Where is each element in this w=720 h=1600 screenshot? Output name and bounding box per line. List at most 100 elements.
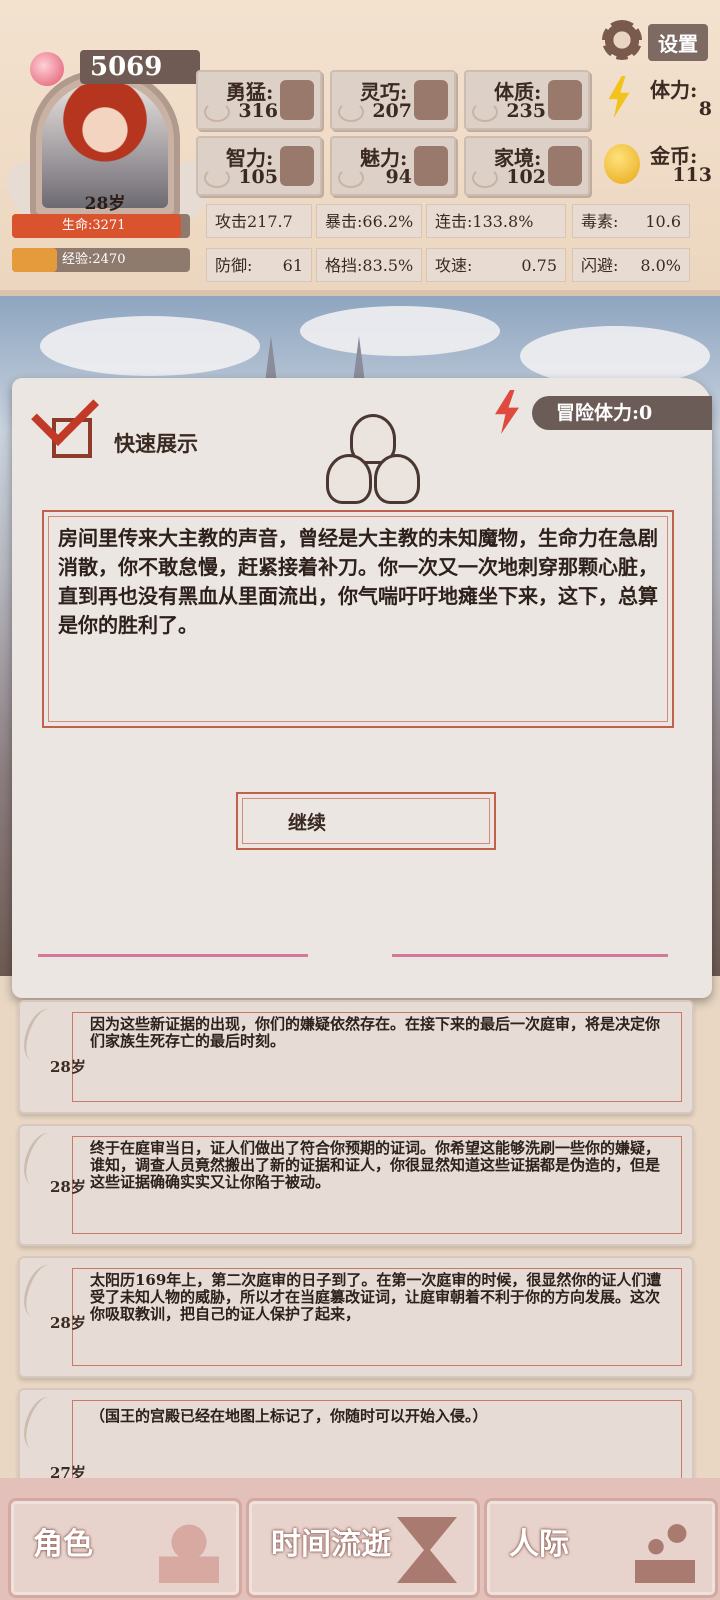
ornament-line	[38, 954, 308, 957]
nav-label[interactable]: 人际	[509, 1519, 569, 1563]
nav-time-pass-button[interactable]: 时间流逝	[246, 1498, 480, 1598]
log-entry-text: （国王的宫殿已经在地图上标记了，你随时可以开始入侵。）	[90, 1407, 488, 1425]
hourglass-icon	[397, 1517, 457, 1583]
combat-dodge: 闪避: 8.0%	[572, 248, 690, 282]
combat-crit: 暴击:66.2%	[316, 204, 422, 238]
chess-pawns-icon	[635, 1517, 695, 1583]
fist-icon	[280, 80, 314, 120]
brain-icon	[280, 146, 314, 186]
stat-value: 102	[506, 166, 546, 188]
quick-show-label[interactable]: 快速展示	[114, 428, 198, 458]
lightning-icon	[495, 390, 519, 434]
settings-button[interactable]: 设置	[602, 16, 712, 64]
combat-label: 攻击217.7	[215, 212, 293, 231]
resource-gold[interactable]: 金币: 113	[602, 136, 720, 192]
combat-label: 格挡:83.5%	[325, 256, 414, 275]
skull-icon	[326, 454, 372, 504]
continue-button[interactable]: 继续	[236, 792, 496, 850]
hp-bar: 生命:3271	[12, 214, 190, 238]
avatar-frame[interactable]: 28岁	[30, 70, 180, 220]
combat-value: 61	[282, 256, 303, 275]
stat-value: 235	[506, 100, 546, 122]
event-dialog: 冒险体力:0 快速展示 房间里传来大主教的声音，曾经是大主教的未知魔物，生命力在…	[12, 378, 712, 998]
stat-value: 207	[372, 100, 412, 122]
log-entry: 太阳历169年上，第二次庭审的日子到了。在第一次庭审的时候，很显然你的证人们遭受…	[17, 1256, 694, 1378]
soul-points-value: 5069	[80, 50, 200, 84]
resource-value: 8	[698, 98, 712, 120]
swirl-ornament	[338, 102, 364, 122]
stat-value: 105	[238, 166, 278, 188]
xp-bar: 经验:2470	[12, 248, 190, 272]
swirl-ornament	[472, 102, 498, 122]
resource-value: 113	[672, 164, 712, 186]
bottom-nav: 角色 时间流逝 人际	[0, 1478, 720, 1600]
combat-label: 闪避:	[581, 256, 619, 275]
nav-label[interactable]: 时间流逝	[271, 1519, 391, 1563]
cloud	[520, 326, 710, 386]
story-text: 房间里传来大主教的声音，曾经是大主教的未知魔物，生命力在急剧消散，你不敢怠慢，赶…	[58, 526, 658, 637]
cloud	[40, 316, 260, 376]
family-icon	[548, 146, 582, 186]
gear-icon[interactable]	[602, 20, 642, 60]
stat-value: 94	[385, 166, 412, 188]
story-box: 房间里传来大主教的声音，曾经是大主教的未知魔物，生命力在急剧消散，你不敢怠慢，赶…	[42, 510, 674, 728]
nav-label[interactable]: 角色	[33, 1519, 93, 1563]
skulls-crest-icon	[318, 414, 422, 504]
combat-value: 8.0%	[640, 256, 681, 275]
combat-label: 毒素:	[581, 212, 619, 231]
status-header: 28岁 5069 生命:3271 经验:2470 设置 勇猛: 316 灵巧: …	[0, 0, 720, 296]
log-entry-age: 28岁	[50, 1178, 86, 1196]
feather-quill-icon	[17, 1392, 64, 1454]
character-bust-icon	[159, 1517, 219, 1583]
stat-intelligence[interactable]: 智力: 105	[196, 136, 322, 196]
cloud	[300, 306, 500, 356]
log-entry-age: 28岁	[50, 1058, 86, 1076]
swirl-ornament	[338, 168, 364, 188]
combat-defense: 防御: 61	[206, 248, 312, 282]
combat-attack: 攻击217.7	[206, 204, 312, 238]
ornament-line	[392, 954, 668, 957]
swirl-ornament	[472, 168, 498, 188]
combat-attack-speed: 攻速: 0.75	[426, 248, 566, 282]
log-entry-text: 因为这些新证据的出现，你们的嫌疑依然存在。在接下来的最后一次庭审，将是决定你们家…	[90, 1015, 661, 1050]
boot-icon	[414, 80, 448, 120]
stat-agility[interactable]: 灵巧: 207	[330, 70, 456, 130]
stat-charm[interactable]: 魅力: 94	[330, 136, 456, 196]
flower-icon	[414, 146, 448, 186]
resource-name: 体力:	[650, 78, 698, 102]
age-label: 28岁	[84, 194, 126, 214]
hp-label: 生命:3271	[62, 218, 126, 233]
log-entry-age: 28岁	[50, 1314, 86, 1332]
resource-stamina[interactable]: 体力: 8	[602, 70, 720, 126]
skull-icon	[374, 454, 420, 504]
log-entry-text: 终于在庭审当日，证人们做出了符合你预期的证词。你希望这能够洗刷一些你的嫌疑，谁知…	[90, 1139, 661, 1191]
combat-combo: 连击:133.8%	[426, 204, 566, 238]
adventure-stamina-label: 冒险体力:0	[532, 396, 712, 430]
muscle-arm-icon	[548, 80, 582, 120]
swirl-ornament	[204, 102, 230, 122]
xp-bar-fill	[12, 248, 57, 272]
xp-label: 经验:2470	[62, 252, 126, 267]
swirl-ornament	[204, 168, 230, 188]
combat-block: 格挡:83.5%	[316, 248, 422, 282]
combat-poison: 毒素: 10.6	[572, 204, 690, 238]
nav-relations-button[interactable]: 人际	[484, 1498, 718, 1598]
log-entry-text: 太阳历169年上，第二次庭审的日子到了。在第一次庭审的时候，很显然你的证人们遭受…	[90, 1271, 662, 1323]
settings-label[interactable]: 设置	[648, 24, 708, 61]
combat-label: 防御:	[215, 256, 253, 275]
combat-value: 10.6	[645, 212, 681, 231]
gold-coin-icon	[604, 144, 640, 184]
stat-courage[interactable]: 勇猛: 316	[196, 70, 322, 130]
log-entry: 终于在庭审当日，证人们做出了符合你预期的证词。你希望这能够洗刷一些你的嫌疑，谁知…	[17, 1124, 694, 1246]
stat-family[interactable]: 家境: 102	[464, 136, 590, 196]
stat-value: 316	[238, 100, 278, 122]
log-entry: 因为这些新证据的出现，你们的嫌疑依然存在。在接下来的最后一次庭审，将是决定你们家…	[17, 1000, 694, 1114]
combat-label: 连击:133.8%	[435, 212, 534, 231]
combat-label: 暴击:66.2%	[325, 212, 414, 231]
combat-label: 攻速:	[435, 256, 473, 275]
soul-flame-icon	[30, 52, 64, 86]
combat-value: 0.75	[521, 256, 557, 275]
lightning-icon	[608, 76, 630, 118]
stat-constitution[interactable]: 体质: 235	[464, 70, 590, 130]
nav-character-button[interactable]: 角色	[8, 1498, 242, 1598]
